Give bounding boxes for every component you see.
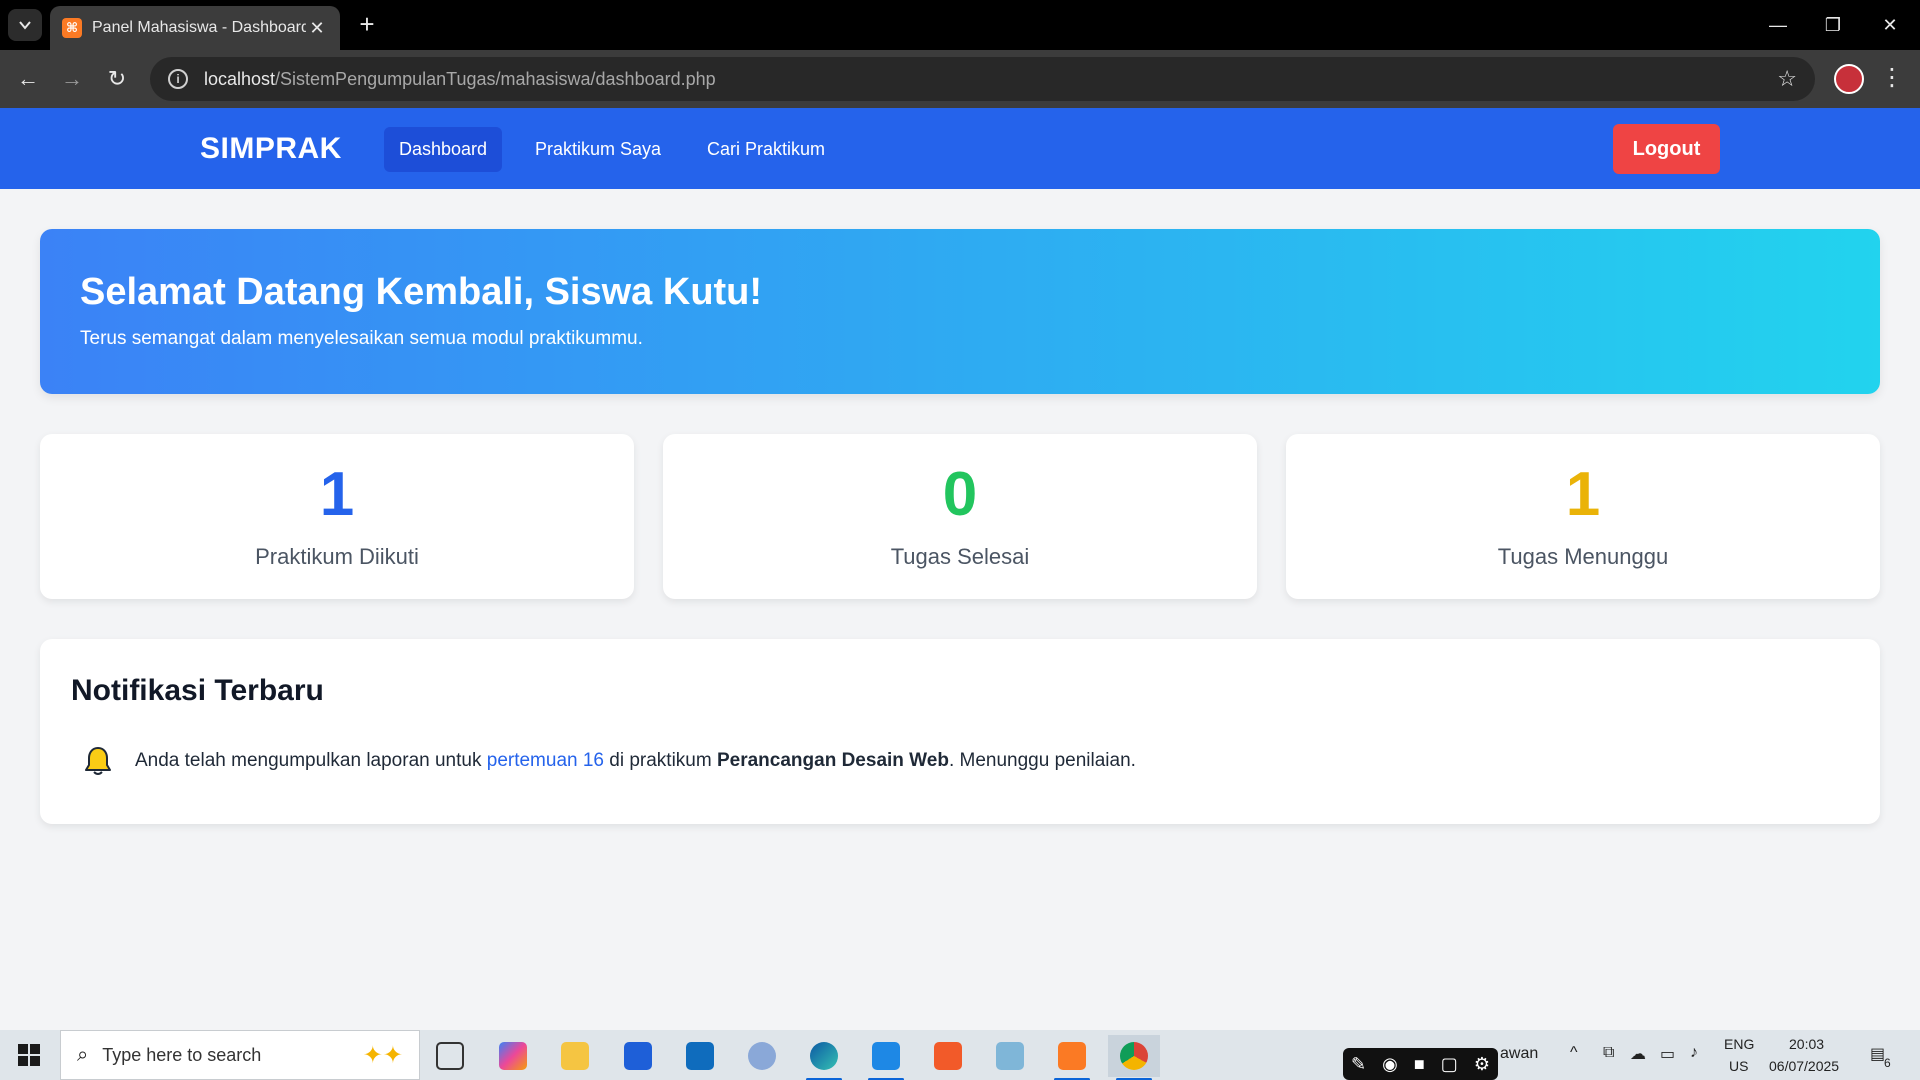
video-icon[interactable]: ■ (1414, 1054, 1425, 1075)
stat-value: 0 (942, 460, 978, 529)
stat-value: 1 (1565, 460, 1601, 529)
bell-icon (85, 747, 111, 775)
profile-avatar-icon[interactable] (1834, 64, 1864, 94)
clock-time[interactable]: 20:03 (1789, 1036, 1824, 1052)
task-view-icon[interactable] (424, 1035, 476, 1077)
browser-toolbar: ← → ↻ i localhost/SistemPengumpulanTugas… (0, 50, 1920, 108)
onedrive-cloud-icon[interactable]: ☁ (1630, 1044, 1646, 1064)
site-info-icon[interactable]: i (168, 69, 188, 89)
welcome-banner: Selamat Datang Kembali, Siswa Kutu! Teru… (40, 229, 1880, 394)
microsoft-store-icon[interactable] (612, 1035, 664, 1077)
brave-icon[interactable] (922, 1035, 974, 1077)
notification-course: Perancangan Desain Web (716, 750, 949, 771)
tab-title: Panel Mahasiswa - Dashboard (92, 19, 306, 36)
logout-button[interactable]: Logout (1613, 124, 1720, 174)
capture-toolbar-overlay: ✎ ◉ ■ ▢ ⚙ (1343, 1048, 1498, 1080)
nav-link-praktikum-saya[interactable]: Praktikum Saya (520, 127, 676, 172)
tab-close-icon[interactable]: ✕ (306, 18, 328, 39)
notification-link-pertemuan[interactable]: pertemuan 16 (487, 750, 604, 771)
camera-icon[interactable]: ◉ (1382, 1054, 1398, 1075)
windows-start-icon[interactable] (18, 1044, 40, 1066)
clock-date[interactable]: 06/07/2025 (1769, 1058, 1839, 1074)
url-path: /SistemPengumpulanTugas/mahasiswa/dashbo… (275, 68, 716, 89)
battery-icon[interactable]: ▭ (1660, 1044, 1675, 1064)
bookmark-star-icon[interactable]: ☆ (1777, 66, 1797, 92)
outlook-icon[interactable] (674, 1035, 726, 1077)
taskbar-search-input[interactable]: ⌕ Type here to search ✦✦ (60, 1030, 420, 1080)
url-host: localhost (204, 68, 276, 89)
notification-text: Anda telah mengumpulkan laporan untuk pe… (135, 750, 1136, 772)
app-navbar: SIMPRAK Dashboard Praktikum Saya Cari Pr… (0, 108, 1920, 189)
windows-taskbar: ⌕ Type here to search ✦✦ awan ^ ⧉ ☁ ▭ ♪ … (0, 1030, 1920, 1080)
stat-card-tugas-selesai: 0 Tugas Selesai (663, 434, 1257, 599)
pen-icon[interactable]: ✎ (1351, 1054, 1366, 1075)
close-window-icon[interactable]: ✕ (1870, 10, 1910, 40)
browser-titlebar: ⌘ Panel Mahasiswa - Dashboard ✕ + — ❐ ✕ (0, 0, 1920, 50)
welcome-subtitle: Terus semangat dalam menyelesaikan semua… (80, 328, 643, 349)
tray-user-fragment: awan (1500, 1045, 1539, 1062)
notification-item: Anda telah mengumpulkan laporan untuk pe… (83, 745, 1136, 777)
notepad-icon[interactable] (984, 1035, 1036, 1077)
copilot-sparkle-icon[interactable]: ✦✦ (363, 1041, 403, 1070)
minimize-icon[interactable]: — (1758, 10, 1798, 40)
brand-logo[interactable]: SIMPRAK (200, 132, 342, 166)
notification-center-icon[interactable]: ▤ (1870, 1044, 1885, 1064)
search-icon: ⌕ (77, 1043, 89, 1066)
notification-suffix: . Menunggu penilaian. (948, 750, 1136, 771)
browser-menu-icon[interactable]: ⋮ (1880, 62, 1904, 94)
meet-now-icon[interactable]: ⧉ (1603, 1044, 1614, 1062)
file-explorer-icon[interactable] (549, 1035, 601, 1077)
new-tab-button[interactable]: + (352, 10, 382, 40)
notification-middle: di praktikum (604, 750, 717, 771)
window-icon[interactable]: ▢ (1441, 1054, 1458, 1075)
chrome-icon[interactable] (1108, 1035, 1160, 1080)
taskbar-search-placeholder: Type here to search (102, 1044, 262, 1065)
stat-card-tugas-menunggu: 1 Tugas Menunggu (1286, 434, 1880, 599)
address-bar[interactable]: i localhost/SistemPengumpulanTugas/mahas… (150, 57, 1815, 101)
stat-value: 1 (319, 460, 355, 529)
reload-icon[interactable]: ↻ (101, 63, 133, 95)
welcome-title: Selamat Datang Kembali, Siswa Kutu! (80, 271, 763, 313)
stat-label: Tugas Selesai (890, 544, 1030, 569)
volume-icon[interactable]: ♪ (1690, 1044, 1698, 1062)
edge-icon[interactable] (798, 1035, 850, 1080)
tray-chevron-up-icon[interactable]: ^ (1570, 1044, 1578, 1062)
chevron-down-icon (19, 21, 31, 30)
xampp-icon[interactable] (1046, 1035, 1098, 1080)
notifications-card: Notifikasi Terbaru Anda telah mengumpulk… (40, 639, 1880, 824)
language-label[interactable]: ENG (1724, 1036, 1754, 1052)
vscode-icon[interactable] (860, 1035, 912, 1080)
r-app-icon[interactable] (736, 1035, 788, 1077)
notification-prefix: Anda telah mengumpulkan laporan untuk (135, 750, 487, 771)
notifications-title: Notifikasi Terbaru (71, 674, 324, 707)
nav-link-dashboard[interactable]: Dashboard (384, 127, 503, 172)
region-label[interactable]: US (1729, 1058, 1748, 1074)
copilot-app-icon[interactable] (487, 1035, 539, 1077)
forward-icon[interactable]: → (56, 63, 88, 95)
stat-label: Praktikum Diikuti (255, 544, 419, 569)
nav-link-cari-praktikum[interactable]: Cari Praktikum (692, 127, 840, 172)
url-text[interactable]: localhost/SistemPengumpulanTugas/mahasis… (204, 69, 1777, 90)
notification-count: 6 (1884, 1056, 1891, 1070)
tab-search-button[interactable] (8, 9, 42, 41)
back-icon[interactable]: ← (12, 63, 44, 95)
restore-icon[interactable]: ❐ (1813, 10, 1853, 40)
browser-tab-active[interactable]: ⌘ Panel Mahasiswa - Dashboard ✕ (50, 6, 340, 50)
stat-label: Tugas Menunggu (1497, 544, 1669, 569)
xampp-favicon-icon: ⌘ (62, 18, 82, 38)
gear-icon[interactable]: ⚙ (1474, 1054, 1490, 1075)
stat-card-praktikum-diikuti: 1 Praktikum Diikuti (40, 434, 634, 599)
